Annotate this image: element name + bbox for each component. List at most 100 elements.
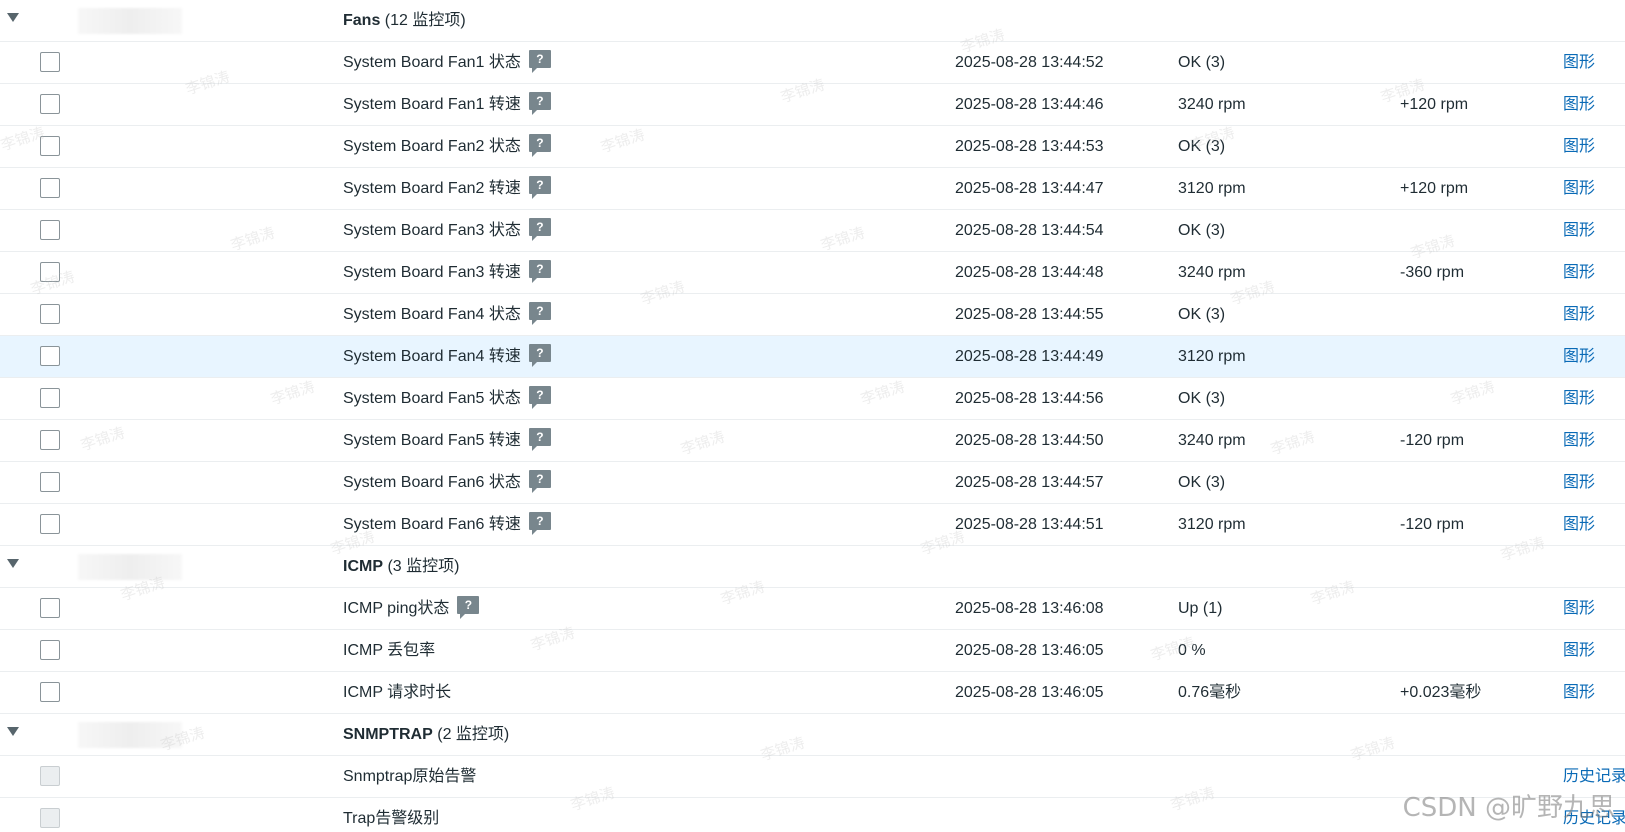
help-icon[interactable]: ? [528, 133, 551, 157]
graph-link[interactable]: 图形 [1563, 126, 1595, 167]
graph-link[interactable]: 图形 [1563, 630, 1595, 671]
row-checkbox[interactable] [40, 472, 60, 492]
item-name-cell: System Board Fan6 转速? [343, 504, 551, 545]
last-value: 3120 rpm [1178, 180, 1246, 197]
help-icon[interactable]: ? [528, 511, 551, 535]
row-checkbox[interactable] [40, 640, 60, 660]
row-checkbox[interactable] [40, 304, 60, 324]
table-row: System Board Fan6 转速? 2025-08-28 13:44:51… [0, 504, 1625, 546]
graph-link[interactable]: 图形 [1563, 252, 1595, 293]
item-name: ICMP 请求时长 [343, 684, 452, 701]
host-name-redacted [78, 8, 182, 34]
collapse-toggle-icon[interactable] [7, 727, 19, 736]
row-checkbox-cell [40, 178, 60, 198]
graph-link[interactable]: 图形 [1563, 378, 1595, 419]
row-checkbox[interactable] [40, 220, 60, 240]
last-check-time: 2025-08-28 13:44:46 [955, 96, 1104, 113]
table-row: ICMP 丢包率 2025-08-28 13:46:05 0 % 图形 [0, 630, 1625, 672]
row-checkbox-cell [40, 220, 60, 240]
item-name-cell: System Board Fan3 状态? [343, 210, 551, 251]
last-check-time: 2025-08-28 13:44:55 [955, 306, 1104, 323]
item-name: System Board Fan1 转速 [343, 96, 521, 113]
graph-link[interactable]: 图形 [1563, 210, 1595, 251]
collapse-toggle-icon[interactable] [7, 559, 19, 568]
csdn-credit: CSDN @旷野九思 [1402, 793, 1615, 823]
collapse-toggle-icon[interactable] [7, 13, 19, 22]
group-name: Fans [343, 12, 381, 29]
item-name: System Board Fan1 状态 [343, 54, 521, 71]
row-checkbox[interactable] [40, 52, 60, 72]
graph-link[interactable]: 图形 [1563, 294, 1595, 335]
help-icon[interactable]: ? [528, 259, 551, 283]
table-row: System Board Fan2 状态? 2025-08-28 13:44:53… [0, 126, 1625, 168]
last-check-time: 2025-08-28 13:46:05 [955, 684, 1104, 701]
last-value: 3120 rpm [1178, 348, 1246, 365]
row-checkbox[interactable] [40, 346, 60, 366]
row-checkbox[interactable] [40, 388, 60, 408]
table-row: System Board Fan5 状态? 2025-08-28 13:44:56… [0, 378, 1625, 420]
help-icon[interactable]: ? [528, 301, 551, 325]
help-icon[interactable]: ? [457, 595, 480, 619]
help-icon[interactable]: ? [528, 175, 551, 199]
help-icon[interactable]: ? [528, 343, 551, 367]
group-title-cell: ICMP (3 监控项) [343, 546, 459, 587]
item-name: Snmptrap原始告警 [343, 768, 477, 785]
last-value: 3240 rpm [1178, 432, 1246, 449]
row-checkbox[interactable] [40, 598, 60, 618]
value-change: -360 rpm [1400, 264, 1465, 281]
row-checkbox [40, 808, 60, 828]
item-name: System Board Fan4 转速 [343, 348, 521, 365]
value-change: +120 rpm [1400, 180, 1469, 197]
row-checkbox-cell [40, 598, 60, 618]
item-name: System Board Fan3 状态 [343, 222, 521, 239]
graph-link[interactable]: 图形 [1563, 462, 1595, 503]
last-value: OK (3) [1178, 222, 1226, 239]
help-icon[interactable]: ? [528, 49, 551, 73]
group-header-snmptrap: SNMPTRAP (2 监控项) [0, 714, 1625, 756]
row-checkbox-cell [40, 52, 60, 72]
row-checkbox[interactable] [40, 430, 60, 450]
item-name: System Board Fan4 状态 [343, 306, 521, 323]
help-icon[interactable]: ? [528, 91, 551, 115]
graph-link[interactable]: 图形 [1563, 420, 1595, 461]
item-name: System Board Fan6 状态 [343, 474, 521, 491]
table-row: System Board Fan2 转速? 2025-08-28 13:44:47… [0, 168, 1625, 210]
item-name: System Board Fan2 转速 [343, 180, 521, 197]
value-change: +120 rpm [1400, 96, 1469, 113]
help-icon[interactable]: ? [528, 427, 551, 451]
help-icon[interactable]: ? [528, 385, 551, 409]
row-checkbox[interactable] [40, 136, 60, 156]
row-checkbox-cell [40, 514, 60, 534]
last-check-time: 2025-08-28 13:44:49 [955, 348, 1104, 365]
row-checkbox[interactable] [40, 682, 60, 702]
last-check-time: 2025-08-28 13:44:56 [955, 390, 1104, 407]
group-count: (2 监控项) [437, 726, 510, 743]
table-row: System Board Fan4 状态? 2025-08-28 13:44:55… [0, 294, 1625, 336]
last-value: OK (3) [1178, 474, 1226, 491]
row-checkbox[interactable] [40, 514, 60, 534]
help-icon[interactable]: ? [528, 217, 551, 241]
graph-link[interactable]: 图形 [1563, 672, 1595, 713]
row-checkbox-cell [40, 808, 60, 828]
table-row: ICMP 请求时长 2025-08-28 13:46:05 0.76毫秒 +0.023… [0, 672, 1625, 714]
graph-link[interactable]: 图形 [1563, 588, 1595, 629]
graph-link[interactable]: 图形 [1563, 168, 1595, 209]
group-count: (3 监控项) [387, 558, 460, 575]
host-name-redacted [78, 554, 182, 580]
graph-link[interactable]: 图形 [1563, 336, 1595, 377]
row-checkbox[interactable] [40, 94, 60, 114]
help-icon[interactable]: ? [528, 469, 551, 493]
row-checkbox[interactable] [40, 178, 60, 198]
graph-link[interactable]: 图形 [1563, 42, 1595, 83]
group-title-cell: SNMPTRAP (2 监控项) [343, 714, 509, 755]
item-name: System Board Fan5 状态 [343, 390, 521, 407]
row-checkbox[interactable] [40, 262, 60, 282]
graph-link[interactable]: 图形 [1563, 84, 1595, 125]
graph-link[interactable]: 图形 [1563, 504, 1595, 545]
item-name-cell: System Board Fan4 状态? [343, 294, 551, 335]
table-row: Snmptrap原始告警 历史记录 [0, 756, 1625, 798]
group-header-icmp: ICMP (3 监控项) [0, 546, 1625, 588]
table-row: System Board Fan1 状态? 2025-08-28 13:44:52… [0, 42, 1625, 84]
item-name: ICMP ping状态 [343, 600, 450, 617]
last-value: OK (3) [1178, 54, 1226, 71]
